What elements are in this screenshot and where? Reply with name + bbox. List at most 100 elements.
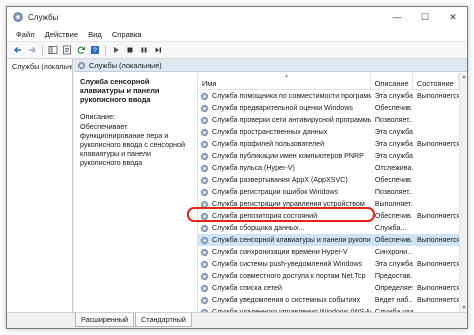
minimize-button[interactable]: —: [383, 7, 411, 27]
menu-action[interactable]: Действие: [40, 30, 83, 39]
service-row[interactable]: Служба развертывания AppX (AppXSVC) Обесп…: [198, 174, 459, 186]
service-row[interactable]: Служба предварительной оценки Windows Обе…: [198, 102, 459, 114]
service-description-cell: Обеспечив...: [374, 104, 413, 112]
service-name-cell: Служба сборщика данных...: [198, 224, 371, 233]
gear-icon: [200, 224, 209, 232]
service-row[interactable]: Служба системы push-уведомлений Windows Э…: [198, 258, 459, 270]
gear-icon: [200, 200, 209, 208]
service-row[interactable]: Служба проверки сети антивирусной програ…: [198, 114, 459, 126]
service-name-cell: Служба списка сетей: [198, 284, 371, 293]
properties-button[interactable]: [60, 44, 73, 57]
close-button[interactable]: ✕: [439, 7, 467, 27]
help-button[interactable]: ?: [88, 44, 101, 57]
arrow-left-icon: [13, 47, 21, 53]
vertical-scrollbar[interactable]: ▲ ▼: [459, 73, 467, 312]
console-tree-button[interactable]: [46, 44, 59, 57]
column-state-header[interactable]: Состояние: [413, 73, 459, 89]
service-row[interactable]: Служба пространственных данных Эта служба…: [198, 126, 459, 138]
service-row[interactable]: Служба пульса (Hyper-V) Отслежива...: [198, 162, 459, 174]
service-state-cell: Выполняется: [417, 260, 459, 268]
service-name-cell: Служба пульса (Hyper-V): [198, 164, 371, 173]
service-row[interactable]: Служба профилей пользователей Эта служба.…: [198, 138, 459, 150]
service-state-cell: Выполняется: [417, 212, 459, 220]
menu-help[interactable]: Справка: [107, 30, 147, 39]
service-description-cell: Обеспечив...: [374, 212, 413, 220]
service-row[interactable]: Служба репозитория состояний Обеспечив...…: [198, 210, 459, 222]
column-description-header[interactable]: Описание: [371, 73, 413, 89]
service-description-cell: Эта служба...: [374, 140, 413, 148]
service-name: Служба помощника по совместимости програ…: [212, 92, 371, 100]
menu-view[interactable]: Вид: [83, 30, 107, 39]
service-row[interactable]: Служба синхронизации времени Hyper-V Синх…: [198, 246, 459, 258]
help-icon: ?: [90, 46, 99, 55]
restart-service-button[interactable]: [151, 44, 164, 57]
properties-icon: [62, 45, 71, 55]
start-service-button[interactable]: [109, 44, 122, 57]
service-description-cell: Эта служба...: [374, 128, 413, 136]
stop-service-button[interactable]: [123, 44, 136, 57]
gear-icon: [200, 164, 209, 172]
service-row[interactable]: Служба публикации имен компьютеров PNRP Э…: [198, 150, 459, 162]
tab-standard[interactable]: Стандартный: [135, 313, 192, 327]
service-row[interactable]: Служба уведомления о системных событиях В…: [198, 294, 459, 306]
list-body: Служба помощника по совместимости програ…: [198, 90, 459, 312]
service-name: Служба развертывания AppX (AppXSVC): [212, 176, 348, 184]
service-description-cell: Эта служба...: [374, 152, 413, 160]
services-window: Службы — ☐ ✕ Файл Действие Вид Справка ?: [6, 6, 468, 329]
service-description-cell: Обеспечив...: [374, 176, 413, 184]
service-state-cell: Выполняется: [417, 92, 459, 100]
service-description-cell: Обеспечив...: [374, 236, 413, 244]
gear-icon: [200, 236, 209, 244]
service-name: Служба регистрации ошибок Windows: [212, 188, 339, 196]
panel-header: Службы (локальные): [74, 59, 467, 72]
service-name-cell: Служба синхронизации времени Hyper-V: [198, 248, 371, 257]
service-name: Служба проверки сети антивирусной програ…: [212, 116, 371, 124]
menu-file[interactable]: Файл: [11, 30, 40, 39]
service-description-cell: Ведет наб...: [374, 296, 413, 304]
service-row[interactable]: Служба регистрации управления устройство…: [198, 198, 459, 210]
gear-icon: [200, 152, 209, 160]
gear-icon: [200, 140, 209, 148]
description-label: Описание:: [80, 112, 116, 121]
forward-button[interactable]: [25, 44, 38, 57]
gear-icon: [200, 176, 209, 184]
tab-extended[interactable]: Расширенный: [75, 313, 135, 327]
service-name-cell: Служба пространственных данных: [198, 128, 371, 137]
play-icon: [113, 47, 119, 53]
service-row[interactable]: Служба помощника по совместимости програ…: [198, 90, 459, 102]
service-name: Служба пульса (Hyper-V): [212, 164, 295, 172]
sort-up-icon: ▲: [284, 73, 289, 79]
toolbar-separator-2: [105, 44, 106, 56]
service-name: Служба уведомления о системных событиях: [212, 296, 361, 304]
service-name: Служба системы push-уведомлений Windows: [212, 260, 363, 268]
service-row[interactable]: Служба сборщика данных... Служба...: [198, 222, 459, 234]
service-name: Служба предварительной оценки Windows: [212, 104, 353, 112]
service-name: Служба списка сетей: [212, 284, 282, 292]
toolbar: ?: [7, 42, 467, 59]
service-name: Служба регистрации управления устройство…: [212, 200, 365, 208]
panel-icon: [48, 46, 57, 54]
refresh-button[interactable]: [74, 44, 87, 57]
pause-service-button[interactable]: [137, 44, 150, 57]
service-row[interactable]: Служба списка сетей Определяет... Выполняе…: [198, 282, 459, 294]
service-name-cell: Служба совместного доступа к портам Net.…: [198, 272, 371, 281]
service-name-cell: Служба профилей пользователей: [198, 140, 371, 149]
service-row[interactable]: Служба совместного доступа к портам Net.…: [198, 270, 459, 282]
panel-header-label: Службы (локальные): [89, 60, 162, 70]
maximize-button[interactable]: ☐: [411, 7, 439, 27]
service-name-cell: Служба регистрации управления устройство…: [198, 200, 371, 209]
scroll-down-icon[interactable]: ▼: [460, 304, 467, 312]
back-button[interactable]: [11, 44, 24, 57]
service-row[interactable]: Служба сенсорной клавиатуры и панели рук…: [198, 234, 459, 246]
console-tree: Службы (локальные): [7, 59, 73, 312]
service-name: Служба сборщика данных...: [212, 224, 305, 232]
service-name: Служба репозитория состояний: [212, 212, 318, 220]
tree-item-services-local[interactable]: Службы (локальные): [7, 61, 72, 72]
service-name-cell: Служба уведомления о системных событиях: [198, 296, 371, 305]
gear-icon: [200, 104, 209, 112]
service-row[interactable]: Служба регистрации ошибок Windows Позволя…: [198, 186, 459, 198]
gear-icon: [200, 260, 209, 268]
scroll-up-icon[interactable]: ▲: [460, 73, 467, 81]
service-state-cell: Выполняется: [417, 284, 459, 292]
service-description-cell: Выполняет...: [374, 200, 413, 208]
